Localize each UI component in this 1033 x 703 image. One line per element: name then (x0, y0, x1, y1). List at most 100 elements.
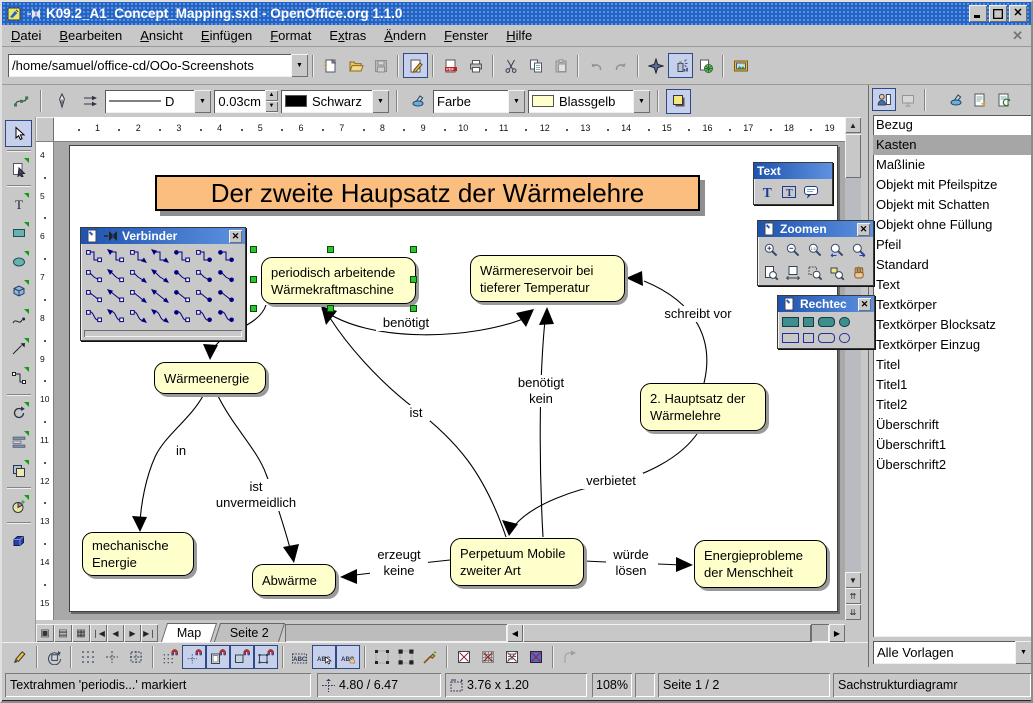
style-item-titel[interactable]: Titel (873, 355, 1032, 375)
style-item-maßlinie[interactable]: Maßlinie (873, 155, 1032, 175)
page-tab-map[interactable]: Map (161, 623, 218, 642)
connector-standard-arrow-end[interactable] (127, 246, 149, 266)
print-file-button[interactable] (463, 53, 488, 78)
large-handles-button[interactable] (394, 645, 418, 669)
title-bar[interactable]: K09.2_A1_Concept_Mapping.sxd - OpenOffic… (2, 2, 1031, 25)
connector-curved-dot-start[interactable] (171, 306, 193, 326)
rechtecke-title-bar[interactable]: Rechtec ✕ (778, 296, 874, 312)
style-item-text[interactable]: Text (873, 275, 1032, 295)
url-combobox[interactable]: /home/samuel/office-cd/OOo-Screenshots ▼ (8, 54, 308, 77)
close-icon[interactable]: ✕ (858, 298, 871, 311)
helplines-while-moving-button[interactable] (124, 645, 148, 669)
connector-curved-arrow-start[interactable] (105, 306, 127, 326)
style-item-titel1[interactable]: Titel1 (873, 375, 1032, 395)
style-item-objekt-mit-schatten[interactable]: Objekt mit Schatten (873, 195, 1032, 215)
style-item-bezug[interactable]: Bezug (873, 115, 1032, 135)
fill-type-dropdown-icon[interactable]: ▼ (508, 90, 525, 113)
shape-rounded-square-filled[interactable] (839, 317, 850, 327)
style-item-überschrift1[interactable]: Überschrift1 (873, 435, 1032, 455)
drawing-page[interactable]: Der zweite Haupsatz der Wärmelehre perio… (69, 145, 838, 612)
arrange-tool-button[interactable] (5, 457, 32, 484)
map-node-periodisch[interactable]: periodisch arbeitendeWärmekraftmaschine (261, 257, 416, 304)
menu-einfügen[interactable]: Einfügen (192, 26, 261, 45)
presentation-styles-button[interactable] (896, 88, 920, 111)
open-document-button[interactable] (343, 53, 368, 78)
zoom-page-width-button[interactable] (782, 262, 804, 283)
map-node-abwaerme[interactable]: Abwärme (252, 564, 336, 596)
pen-button[interactable] (49, 89, 74, 114)
scroll-down-icon[interactable]: ▼ (845, 572, 861, 588)
map-node-mechanische-energie[interactable]: mechanischeEnergie (82, 532, 194, 576)
zoom-next-button[interactable] (848, 239, 870, 260)
shape-square[interactable] (803, 333, 814, 343)
style-item-kasten[interactable]: Kasten (873, 135, 1032, 155)
connector-straight-dot-end[interactable] (193, 286, 215, 306)
alignment-tool-button[interactable] (5, 428, 32, 455)
connector-straight-plain[interactable] (83, 286, 105, 306)
line-color-dropdown-icon[interactable]: ▼ (372, 90, 389, 113)
rotation-mode-button[interactable] (42, 645, 66, 669)
text-button[interactable]: T (756, 181, 778, 202)
selection-handle[interactable] (250, 276, 257, 283)
map-node-waermereservoir[interactable]: Wärmereservoir beitieferer Temperatur (470, 255, 625, 302)
connector-curved-arrow-both[interactable] (149, 306, 171, 326)
copy-button[interactable] (523, 53, 548, 78)
shape-rounded-rectangle[interactable] (818, 333, 835, 343)
cut-button[interactable] (498, 53, 523, 78)
pin-icon[interactable] (26, 6, 42, 22)
objects-3d-tool-button[interactable] (5, 277, 32, 304)
scroll-right-icon[interactable]: ▶ (829, 624, 845, 642)
shape-square-filled[interactable] (803, 317, 814, 327)
pan-button[interactable] (848, 262, 870, 283)
next-page-button[interactable]: ▶ (124, 624, 141, 642)
effects-tool-button[interactable] (5, 492, 32, 519)
edge-label-wuerde-loesen[interactable]: würdelösen (606, 547, 656, 579)
snap-to-object-frame-button[interactable] (230, 645, 254, 669)
connector-line-arrow-start[interactable] (105, 266, 127, 286)
navigator-button[interactable] (643, 53, 668, 78)
connector-curved-dot-end[interactable] (193, 306, 215, 326)
select-button[interactable] (5, 120, 32, 147)
edge-label-in[interactable]: in (170, 443, 192, 459)
rectangle-tool-button[interactable] (5, 219, 32, 246)
connector-straight-arrow-both[interactable] (149, 286, 171, 306)
edge-label-ist[interactable]: ist (402, 405, 430, 421)
connector-straight-arrow-start[interactable] (105, 286, 127, 306)
connector-line-dot-end[interactable] (193, 266, 215, 286)
view-mode-2-button[interactable]: ▤ (54, 624, 72, 642)
connector-standard-arrow-start[interactable] (105, 246, 127, 266)
map-node-perpetuum[interactable]: Perpetuum Mobilezweiter Art (450, 538, 584, 586)
vscroll-thumb[interactable] (845, 134, 861, 178)
ruler-corner[interactable] (36, 117, 54, 142)
selection-handle[interactable] (250, 305, 257, 312)
edge-label-verbietet[interactable]: verbietet (579, 473, 643, 489)
save-document-button[interactable] (368, 53, 393, 78)
fill-format-mode-button[interactable] (944, 88, 968, 111)
edge-label-schreibt-vor[interactable]: schreibt vor (658, 306, 738, 322)
verbinder-title-bar[interactable]: Verbinder ✕ (81, 228, 245, 244)
style-filter-combobox[interactable]: Alle Vorlagen ▼ (873, 641, 1032, 664)
graphics-styles-button[interactable] (872, 88, 896, 111)
width-down-icon[interactable]: ▼ (265, 101, 278, 112)
style-item-textkörper-einzug[interactable]: Textkörper Einzug (873, 335, 1032, 355)
zoom-previous-button[interactable] (826, 239, 848, 260)
connector-line-dot-both[interactable] (215, 266, 237, 286)
connector-line-arrow-both[interactable] (149, 266, 171, 286)
map-node-energieprobleme[interactable]: Energieproblemeder Menschheit (694, 540, 827, 588)
line-style-combobox[interactable]: D ▼ (105, 90, 211, 113)
style-item-pfeil[interactable]: Pfeil (873, 235, 1032, 255)
menu-datei[interactable]: Datei (2, 26, 50, 45)
style-item-standard[interactable]: Standard (873, 255, 1032, 275)
last-page-button[interactable]: ▶❘ (141, 624, 158, 642)
style-item-überschrift2[interactable]: Überschrift2 (873, 455, 1032, 475)
ellipse-tool-button[interactable] (5, 248, 32, 275)
zoom-page-button[interactable] (760, 262, 782, 283)
selection-handle[interactable] (410, 305, 417, 312)
gallery-button[interactable] (728, 53, 753, 78)
fill-bucket-button[interactable] (405, 89, 430, 114)
horizontal-ruler[interactable]: 12345678910111213141516171819 (36, 117, 845, 142)
snap-to-grid-button[interactable] (158, 645, 182, 669)
menu-ändern[interactable]: Ändern (375, 26, 435, 45)
style-item-überschrift[interactable]: Überschrift (873, 415, 1032, 435)
update-style-button[interactable] (992, 88, 1016, 111)
